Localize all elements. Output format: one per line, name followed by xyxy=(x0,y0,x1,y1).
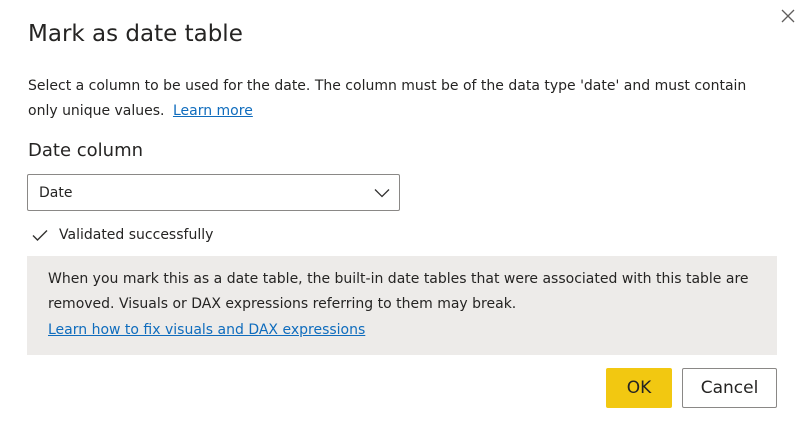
close-button[interactable] xyxy=(776,4,800,28)
chevron-down-icon xyxy=(374,189,390,198)
date-column-dropdown[interactable]: Date xyxy=(27,174,400,211)
date-column-selected-value: Date xyxy=(39,184,73,201)
date-column-label: Date column xyxy=(28,140,144,161)
fix-visuals-dax-link[interactable]: Learn how to fix visuals and DAX express… xyxy=(48,318,365,343)
checkmark-icon xyxy=(32,230,48,241)
validation-status: Validated successfully xyxy=(31,226,213,244)
ok-button[interactable]: OK xyxy=(606,368,672,408)
dialog-description: Select a column to be used for the date.… xyxy=(28,74,768,124)
close-icon xyxy=(781,9,795,23)
description-text: Select a column to be used for the date.… xyxy=(28,78,747,119)
mark-as-date-table-dialog: Mark as date table Select a column to be… xyxy=(0,0,802,436)
cancel-button[interactable]: Cancel xyxy=(682,368,777,408)
dialog-title: Mark as date table xyxy=(28,21,243,47)
info-message-text: When you mark this as a date table, the … xyxy=(48,271,749,312)
info-message-box: When you mark this as a date table, the … xyxy=(27,256,777,355)
validation-text: Validated successfully xyxy=(59,227,214,243)
learn-more-link[interactable]: Learn more xyxy=(173,103,253,119)
